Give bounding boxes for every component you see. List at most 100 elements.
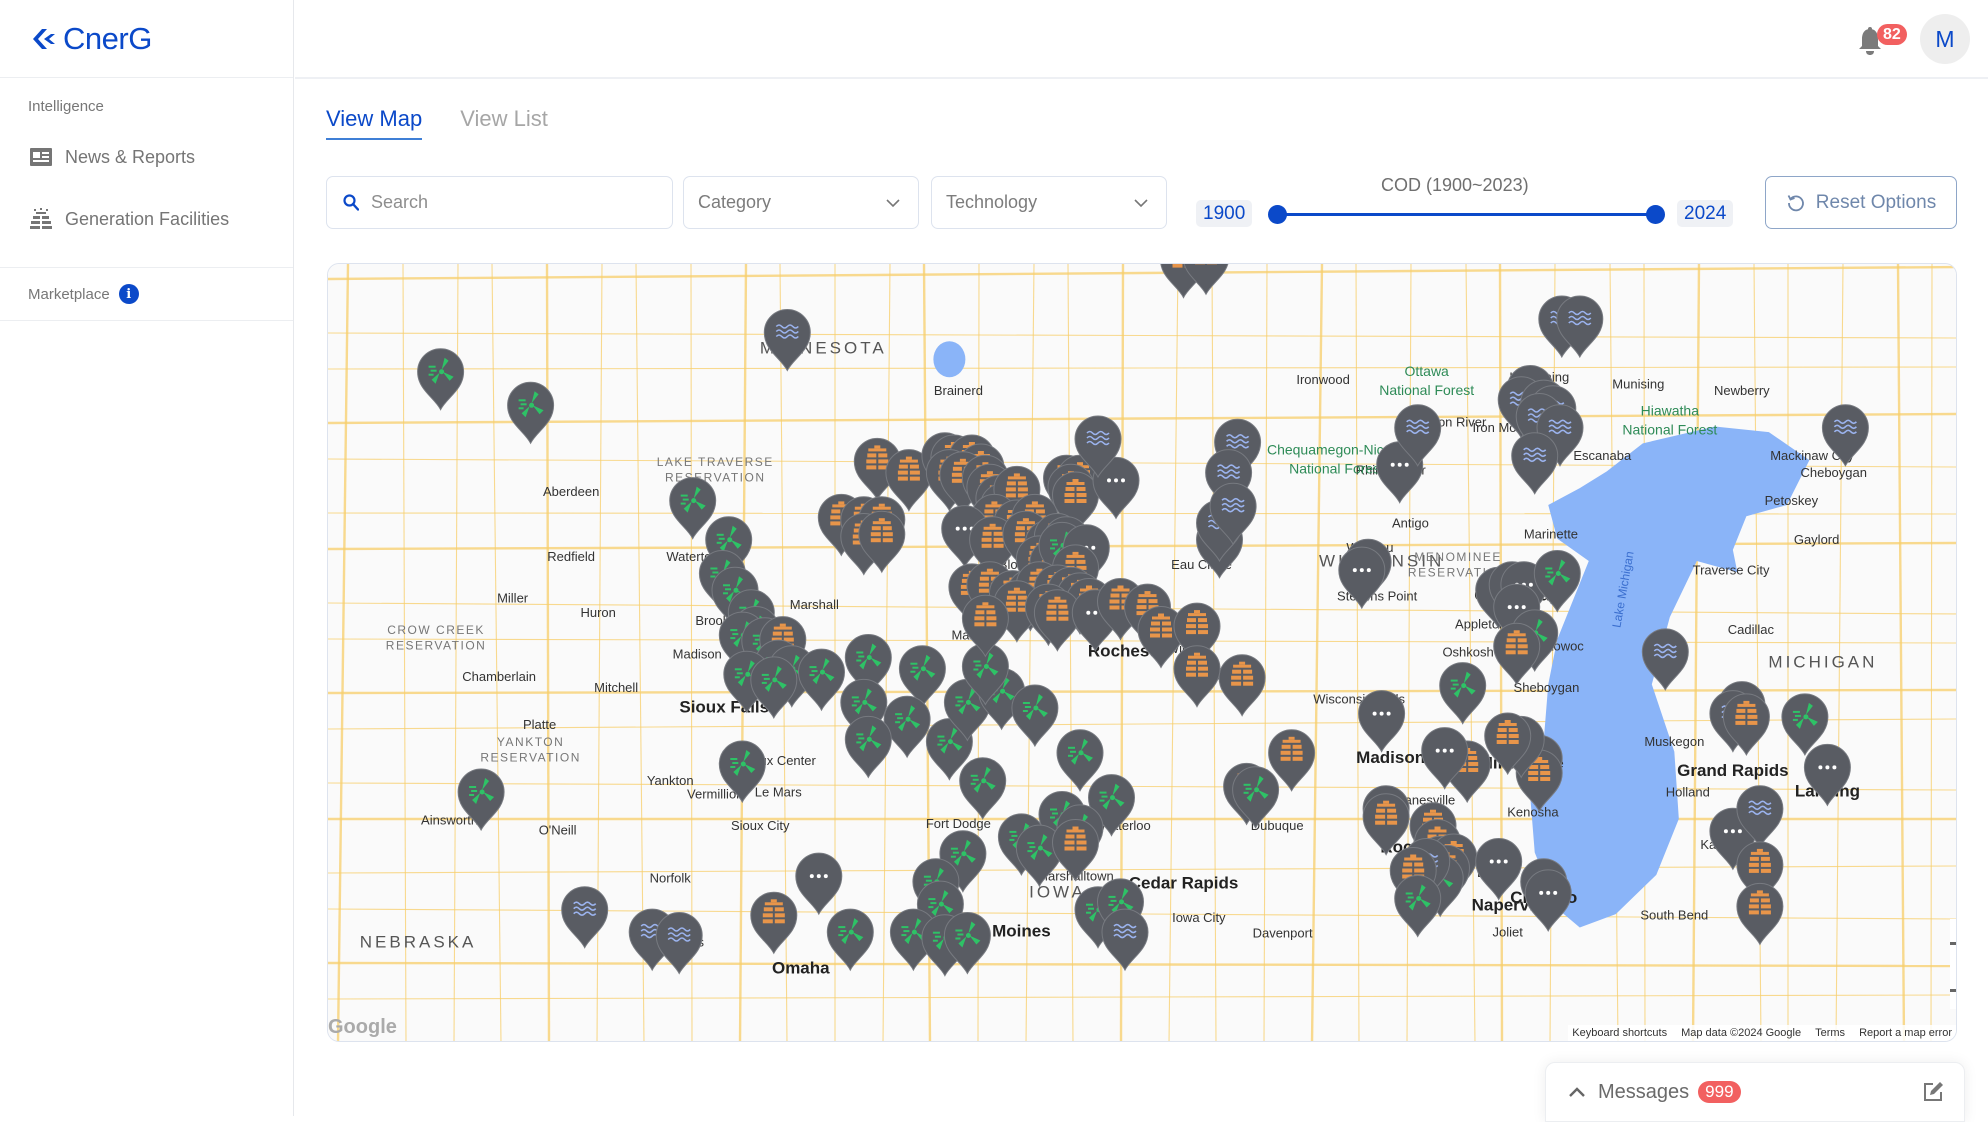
city-label: Madison — [1356, 748, 1425, 767]
city-label: Madison — [673, 647, 722, 662]
cod-min-value: 1900 — [1196, 200, 1252, 227]
app-name: CnerG — [63, 21, 152, 57]
reservation-label: RESERVATION — [480, 751, 581, 765]
more-dots-icon — [1373, 712, 1391, 716]
city-label: Traverse City — [1693, 562, 1770, 577]
city-label: Chamberlain — [462, 669, 536, 684]
forest-label: Ottawa — [1404, 363, 1449, 379]
city-label: Le Mars — [755, 784, 802, 799]
reservation-label: MENOMINEE — [1414, 550, 1502, 564]
map-data-credit: Map data ©2024 Google — [1681, 1027, 1801, 1039]
city-label: Cheboygan — [1800, 465, 1867, 480]
more-dots-icon — [1436, 749, 1454, 753]
city-label: Norfolk — [650, 871, 692, 886]
city-label: Escanaba — [1573, 448, 1632, 463]
city-label: Cedar Rapids — [1129, 873, 1239, 892]
state-label: NEBRASKA — [360, 933, 477, 952]
tab-view-list[interactable]: View List — [460, 106, 548, 140]
more-dots-icon — [1391, 463, 1409, 467]
technology-select-value: Technology — [946, 192, 1037, 213]
city-label: South Bend — [1640, 908, 1708, 923]
chevron-down-icon — [886, 198, 900, 208]
search-icon — [343, 194, 359, 211]
chevron-up-icon[interactable] — [1568, 1086, 1586, 1098]
forest-label: National Forest — [1379, 382, 1474, 398]
city-label: Brainerd — [934, 383, 983, 398]
technology-select[interactable]: Technology — [931, 176, 1167, 229]
city-label: Oshkosh — [1442, 644, 1493, 659]
map-zoom-control[interactable] — [1950, 919, 1957, 1009]
reservation-label: YANKTON — [497, 735, 564, 749]
reservation-label: CROW CREEK — [387, 623, 485, 637]
city-label: O'Neill — [539, 823, 577, 838]
city-label: Cadillac — [1728, 622, 1775, 637]
city-label: Munising — [1612, 376, 1664, 391]
city-label: Omaha — [772, 959, 830, 978]
forest-label: Hiawatha — [1641, 402, 1700, 418]
city-label: Antigo — [1392, 515, 1429, 530]
city-label: Mitchell — [594, 680, 638, 695]
reset-options-button[interactable]: Reset Options — [1765, 176, 1957, 229]
city-label: Iowa City — [1172, 910, 1226, 925]
city-label: Marshall — [790, 597, 839, 612]
city-label: Ironwood — [1296, 372, 1349, 387]
top-bar — [295, 0, 1988, 79]
sidebar-item-generation-facilities[interactable]: Generation Facilities — [0, 199, 293, 239]
info-icon[interactable]: i — [119, 284, 139, 304]
compose-icon[interactable] — [1922, 1081, 1944, 1103]
messages-panel[interactable]: Messages 999 — [1545, 1062, 1965, 1122]
sidebar-item-news-reports[interactable]: News & Reports — [0, 137, 293, 177]
city-label: Sioux City — [731, 818, 790, 833]
forest-label: National Forest — [1289, 461, 1384, 477]
nav-label: Generation Facilities — [65, 209, 229, 230]
city-label: Miller — [497, 591, 529, 606]
search-input[interactable] — [371, 192, 651, 213]
sidebar-section-marketplace[interactable]: Marketplace i — [0, 268, 293, 321]
city-label: Gaylord — [1794, 532, 1840, 547]
city-label: Aberdeen — [543, 484, 599, 499]
reservation-label: LAKE TRAVERSE — [657, 455, 774, 469]
map-canvas[interactable]: MINNESOTAWISCONSINIOWANEBRASKAMICHIGANMi… — [328, 264, 1957, 1042]
google-logo: Google — [328, 1016, 397, 1039]
city-label: Joliet — [1493, 925, 1524, 940]
app-logo[interactable]: CnerG — [0, 0, 293, 78]
facility-map[interactable]: MINNESOTAWISCONSINIOWANEBRASKAMICHIGANMi… — [327, 263, 1957, 1042]
sidebar: CnerG Intelligence News & Reports — [0, 0, 294, 1116]
sidebar-section-intelligence: Intelligence News & Reports — [0, 78, 293, 268]
search-field[interactable] — [326, 176, 673, 229]
city-label: Fort Dodge — [926, 816, 991, 831]
city-label: Marinette — [1524, 527, 1578, 542]
cod-slider-max-handle[interactable] — [1646, 205, 1665, 224]
view-tabs: View Map View List — [326, 106, 548, 140]
logo-icon — [29, 25, 57, 53]
zoom-in-icon[interactable] — [1950, 942, 1957, 945]
more-dots-icon — [810, 874, 828, 878]
more-dots-icon — [1508, 605, 1526, 609]
reservation-label: RESERVATION — [386, 639, 487, 653]
city-label: Grand Rapids — [1677, 761, 1788, 780]
cod-slider-min-handle[interactable] — [1268, 205, 1287, 224]
more-dots-icon — [1818, 765, 1836, 769]
terms-link[interactable]: Terms — [1815, 1027, 1845, 1039]
map-attribution: Keyboard shortcuts Map data ©2024 Google… — [1568, 1025, 1956, 1041]
chevron-down-icon — [1134, 198, 1148, 208]
city-label: Davenport — [1253, 926, 1313, 941]
cod-slider-track[interactable] — [1278, 213, 1656, 216]
section-label: Marketplace — [0, 286, 110, 303]
city-label: Newberry — [1714, 383, 1770, 398]
avatar[interactable]: M — [1920, 14, 1970, 64]
more-dots-icon — [1107, 478, 1125, 482]
mille-lacs-lake — [933, 341, 965, 377]
state-label: IOWA — [1029, 882, 1086, 901]
tab-view-map[interactable]: View Map — [326, 106, 422, 140]
keyboard-shortcuts-link[interactable]: Keyboard shortcuts — [1572, 1027, 1667, 1039]
zoom-out-icon[interactable] — [1950, 989, 1957, 992]
cod-slider-title: COD (1900~2023) — [1381, 175, 1529, 196]
messages-count-badge: 999 — [1698, 1081, 1740, 1103]
nav-label: News & Reports — [65, 147, 195, 168]
state-label: MICHIGAN — [1768, 653, 1877, 672]
category-select[interactable]: Category — [683, 176, 919, 229]
solar-panel-icon — [29, 208, 53, 230]
more-dots-icon — [1353, 568, 1371, 572]
report-map-error-link[interactable]: Report a map error — [1859, 1027, 1952, 1039]
